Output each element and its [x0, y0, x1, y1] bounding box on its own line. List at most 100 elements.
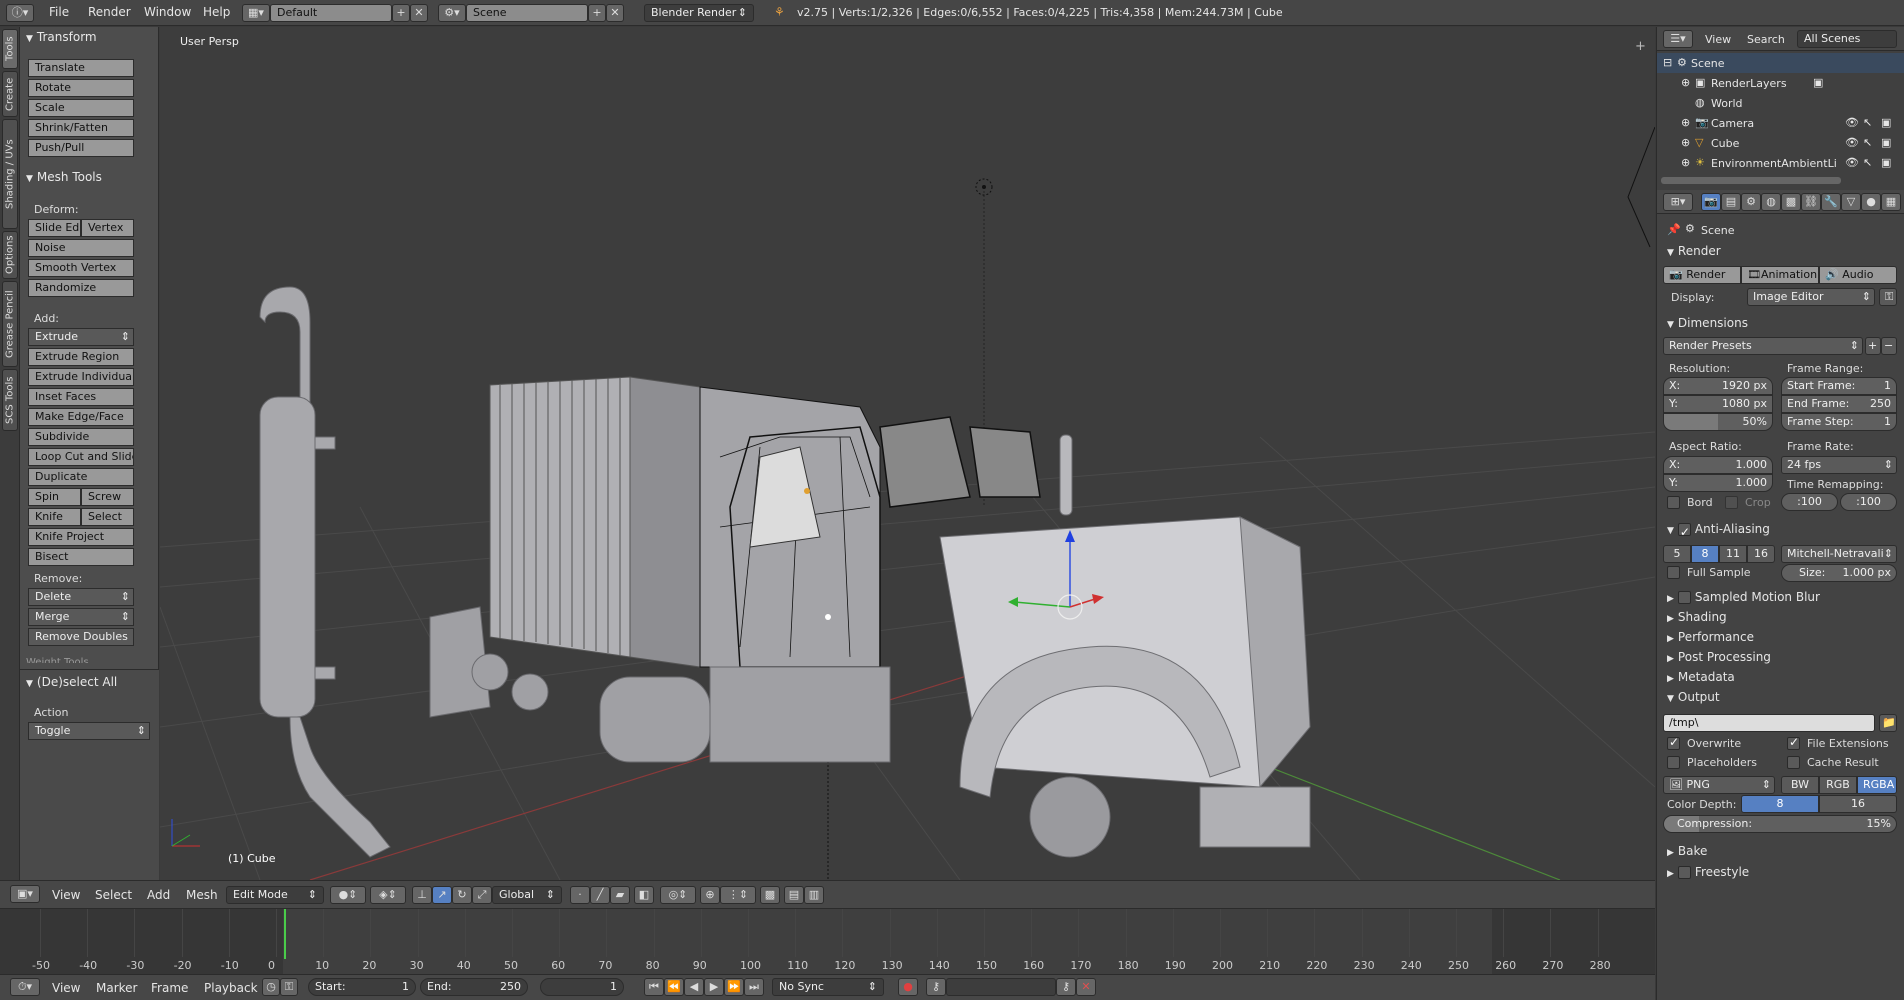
scale-manipulator-icon[interactable]: ⤢: [472, 886, 492, 904]
outliner-scrollbar[interactable]: [1661, 177, 1841, 184]
mesh-tools-header[interactable]: ▼ Mesh Tools: [26, 170, 102, 184]
noise-button[interactable]: Noise: [28, 239, 134, 257]
depth-8-button[interactable]: 8: [1741, 795, 1819, 813]
translate-button[interactable]: Translate: [28, 59, 134, 77]
eye-icon[interactable]: 👁: [1845, 116, 1859, 129]
insert-keyframe-icon[interactable]: ⚷: [1056, 978, 1076, 996]
aa-samples-11[interactable]: 11: [1719, 545, 1747, 563]
screen-layout-field[interactable]: Default: [270, 4, 392, 22]
delete-dropdown[interactable]: Delete ⇕: [28, 588, 134, 606]
full-sample-checkbox[interactable]: [1667, 566, 1680, 579]
subdivide-button[interactable]: Subdivide: [28, 428, 134, 446]
spin-button[interactable]: Spin: [28, 488, 81, 506]
menu-render[interactable]: Render: [88, 5, 131, 19]
scene-icon[interactable]: ⚙▾: [438, 4, 466, 22]
play-icon[interactable]: ▶: [704, 978, 724, 996]
menu-view[interactable]: View: [52, 981, 80, 995]
eye-icon[interactable]: 👁: [1845, 156, 1859, 169]
lock-icon[interactable]: ⚿: [280, 978, 298, 996]
bisect-button[interactable]: Bisect: [28, 548, 134, 566]
end-frame-field[interactable]: End: 250: [420, 978, 528, 996]
border-checkbox[interactable]: [1667, 496, 1680, 509]
post-processing-panel-header[interactable]: ▶ Post Processing: [1659, 646, 1902, 668]
record-icon[interactable]: ●: [898, 978, 918, 996]
world-tab-icon[interactable]: ◍: [1761, 193, 1781, 211]
rotate-manipulator-icon[interactable]: ↻: [452, 886, 472, 904]
tab-options[interactable]: Options: [2, 231, 18, 279]
snap-toggle-icon[interactable]: ⊕: [700, 886, 720, 904]
render-presets-dropdown[interactable]: Render Presets ⇕: [1663, 337, 1863, 355]
remove-doubles-button[interactable]: Remove Doubles: [28, 628, 134, 646]
render-image-icon[interactable]: ▤: [784, 886, 804, 904]
jump-keyframe-back-icon[interactable]: ⏪: [664, 978, 684, 996]
render-icon[interactable]: ▣: [1881, 136, 1891, 149]
menu-file[interactable]: File: [49, 5, 69, 19]
outliner-item-world[interactable]: ◍ World: [1657, 93, 1904, 113]
loop-cut-slide-button[interactable]: Loop Cut and Slide: [28, 448, 134, 466]
render-image-button[interactable]: 📷 Render: [1663, 266, 1741, 284]
expand-icon[interactable]: ⊕: [1681, 116, 1690, 129]
randomize-button[interactable]: Randomize: [28, 279, 134, 297]
menu-mesh[interactable]: Mesh: [186, 888, 218, 902]
merge-dropdown[interactable]: Merge ⇕: [28, 608, 134, 626]
material-tab-icon[interactable]: ●: [1861, 193, 1881, 211]
slide-edge-button[interactable]: Slide Ed: [28, 219, 81, 237]
frame-rate-dropdown[interactable]: 24 fps ⇕: [1781, 456, 1897, 474]
collapse-icon[interactable]: ⊟: [1663, 56, 1672, 69]
aa-samples-8[interactable]: 8: [1691, 545, 1719, 563]
inset-faces-button[interactable]: Inset Faces: [28, 388, 134, 406]
crop-checkbox[interactable]: [1725, 496, 1738, 509]
menu-window[interactable]: Window: [144, 5, 191, 19]
editor-type-icon[interactable]: ⊞▾: [1663, 193, 1693, 211]
menu-playback[interactable]: Playback: [204, 981, 258, 995]
add-scene-icon[interactable]: +: [588, 4, 606, 22]
knife-project-button[interactable]: Knife Project: [28, 528, 134, 546]
delete-keyframe-icon[interactable]: ✕: [1076, 978, 1096, 996]
aspect-y-field[interactable]: Y: 1.000: [1663, 474, 1773, 492]
manipulator-toggle-icon[interactable]: ⊥: [412, 886, 432, 904]
audio-button[interactable]: 🔊 Audio: [1819, 266, 1897, 284]
outliner-item-scene[interactable]: ⊟ ⚙ Scene: [1657, 53, 1904, 73]
remove-scene-icon[interactable]: ✕: [606, 4, 624, 22]
rotate-button[interactable]: Rotate: [28, 79, 134, 97]
resolution-x-field[interactable]: X: 1920 px: [1663, 377, 1773, 395]
menu-help[interactable]: Help: [203, 5, 230, 19]
mode-dropdown[interactable]: Edit Mode ⇕: [226, 886, 324, 904]
tab-grease-pencil[interactable]: Grease Pencil: [2, 281, 18, 367]
shading-panel-header[interactable]: ▶ Shading: [1659, 606, 1902, 628]
dimensions-panel-header[interactable]: ▼ Dimensions: [1659, 312, 1902, 334]
aa-size-field[interactable]: Size: 1.000 px: [1781, 564, 1897, 582]
extrude-dropdown[interactable]: Extrude ⇕: [28, 328, 134, 346]
shrink-fatten-button[interactable]: Shrink/Fatten: [28, 119, 134, 137]
modifiers-tab-icon[interactable]: 🔧: [1821, 193, 1841, 211]
texture-tab-icon[interactable]: ▦: [1881, 193, 1901, 211]
start-frame-field[interactable]: Start Frame: 1: [1781, 377, 1897, 395]
render-icon[interactable]: ▣: [1881, 156, 1891, 169]
pivot-point-icon[interactable]: ◈⇕: [370, 886, 406, 904]
display-dropdown[interactable]: Image Editor ⇕: [1747, 288, 1875, 306]
frame-step-field[interactable]: Frame Step: 1: [1781, 413, 1897, 431]
renderlayers-tab-icon[interactable]: ▤: [1721, 193, 1741, 211]
remap-old-field[interactable]: :100: [1781, 493, 1838, 511]
viewport-plus-icon[interactable]: +: [1635, 39, 1646, 54]
add-layout-icon[interactable]: +: [392, 4, 410, 22]
color-bw-button[interactable]: BW: [1781, 776, 1819, 794]
color-rgba-button[interactable]: RGBA: [1857, 776, 1897, 794]
extrude-individual-button[interactable]: Extrude Individual: [28, 368, 134, 386]
render-tab-icon[interactable]: 📷: [1701, 193, 1721, 211]
menu-search[interactable]: Search: [1747, 33, 1785, 46]
smooth-vertex-button[interactable]: Smooth Vertex: [28, 259, 134, 277]
face-select-icon[interactable]: ▰: [610, 886, 630, 904]
keying-set-icon[interactable]: ⚷: [926, 978, 946, 996]
push-pull-button[interactable]: Push/Pull: [28, 139, 134, 157]
render-icon[interactable]: ▣: [1881, 116, 1891, 129]
aa-filter-dropdown[interactable]: Mitchell-Netravali ⇕: [1781, 545, 1897, 563]
cursor-icon[interactable]: ↖: [1863, 156, 1872, 169]
expand-icon[interactable]: ⊕: [1681, 76, 1690, 89]
cache-result-checkbox[interactable]: [1787, 756, 1800, 769]
anti-aliasing-checkbox[interactable]: [1677, 521, 1691, 543]
metadata-panel-header[interactable]: ▶ Metadata: [1659, 666, 1902, 688]
editor-type-icon[interactable]: ▣▾: [10, 885, 40, 903]
extrude-region-button[interactable]: Extrude Region: [28, 348, 134, 366]
constraints-tab-icon[interactable]: ⛓: [1801, 193, 1821, 211]
